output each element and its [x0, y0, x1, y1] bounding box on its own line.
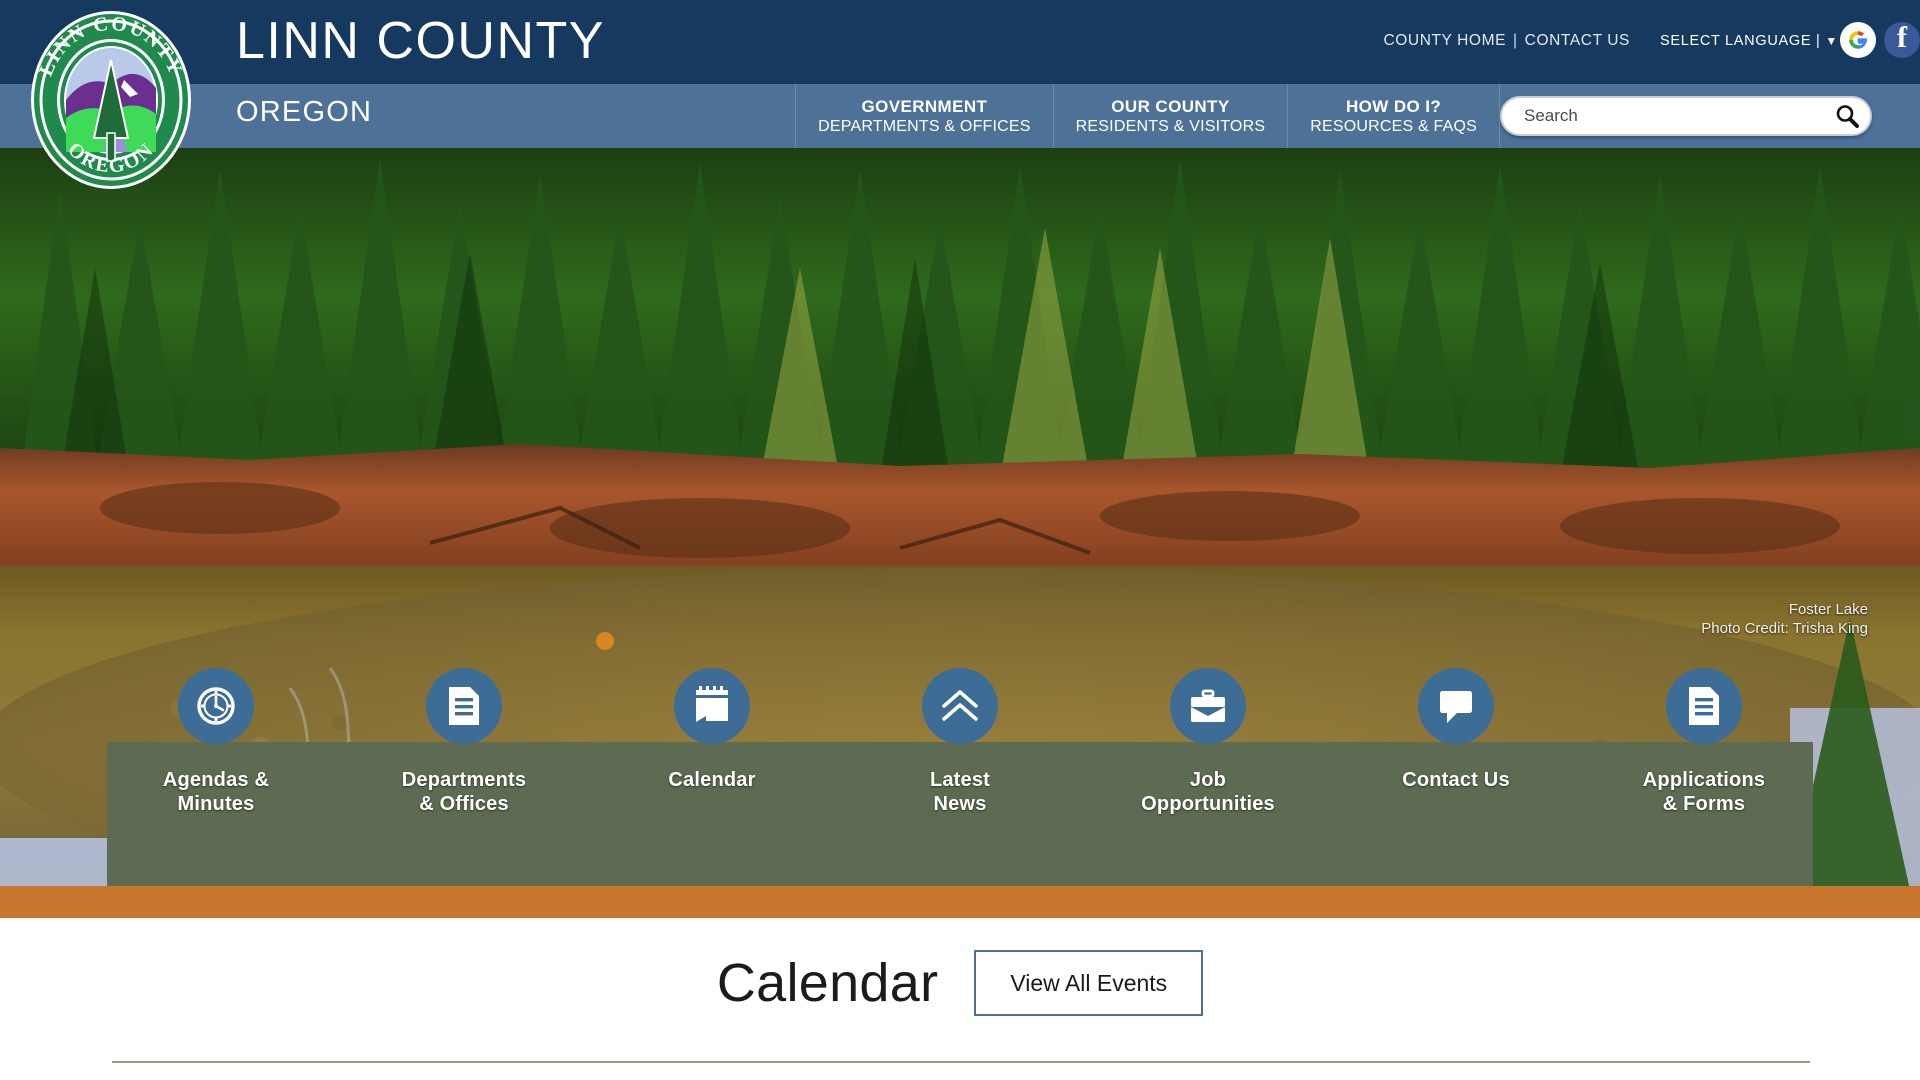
search-icon	[1836, 105, 1859, 128]
search-input[interactable]	[1502, 106, 1824, 126]
quick-links-list: Agendas & Minutes Departments & Offices	[0, 668, 1920, 898]
facebook-icon[interactable]: f	[1884, 22, 1920, 58]
quick-link-label: Agendas & Minutes	[162, 769, 270, 815]
calendar-divider	[112, 1061, 1810, 1063]
nav-item-our-county[interactable]: OUR COUNTY RESIDENTS & VISITORS	[1052, 84, 1288, 148]
site-title: LINN COUNTY	[236, 12, 605, 70]
orange-divider	[0, 886, 1920, 918]
quick-link-departments-offices[interactable]: Departments & Offices	[340, 668, 588, 898]
county-seal-logo[interactable]: LINN COUNTY OREGON	[28, 8, 194, 192]
quick-link-label: Applications & Forms	[1642, 769, 1766, 815]
google-icon[interactable]	[1840, 22, 1876, 58]
quick-link-label: Job Opportunities	[1141, 769, 1275, 815]
nav-item-title: GOVERNMENT	[861, 96, 988, 116]
double-chevron-up-icon	[922, 668, 998, 744]
quick-link-job-opportunities[interactable]: Job Opportunities	[1084, 668, 1332, 898]
utility-separator: |	[1513, 32, 1518, 49]
utility-links: COUNTY HOME | CONTACT US	[1383, 32, 1630, 50]
chevron-down-icon: ▼	[1825, 34, 1838, 48]
search-button[interactable]	[1824, 98, 1870, 134]
briefcase-icon	[1170, 668, 1246, 744]
speech-bubble-icon	[1418, 668, 1494, 744]
clock-icon	[178, 668, 254, 744]
quick-link-label: Calendar	[668, 769, 756, 791]
select-language-label: SELECT LANGUAGE |	[1659, 33, 1821, 49]
main-nav-bar: OREGON GOVERNMENT DEPARTMENTS & OFFICES …	[0, 84, 1920, 148]
nav-item-government[interactable]: GOVERNMENT DEPARTMENTS & OFFICES	[795, 84, 1053, 148]
calendar-header: Calendar View All Events	[0, 950, 1920, 1016]
calendar-title: Calendar	[716, 953, 939, 1013]
quick-link-label: Latest News	[929, 769, 991, 815]
document-icon	[426, 668, 502, 744]
nav-item-subtitle: RESOURCES & FAQS	[1310, 117, 1477, 135]
calendar-section: Calendar View All Events	[0, 918, 1920, 1080]
select-language-dropdown[interactable]: SELECT LANGUAGE | ▼	[1660, 33, 1838, 49]
photo-credit: Foster Lake Photo Credit: Trisha King	[1701, 600, 1868, 638]
quick-link-agendas-minutes[interactable]: Agendas & Minutes	[92, 668, 340, 898]
nav-items: GOVERNMENT DEPARTMENTS & OFFICES OUR COU…	[795, 84, 1500, 148]
nav-item-title: HOW DO I?	[1346, 96, 1442, 116]
calendar-icon	[674, 668, 750, 744]
county-home-link[interactable]: COUNTY HOME	[1383, 32, 1506, 49]
document-icon	[1666, 668, 1742, 744]
quick-link-label: Contact Us	[1402, 769, 1510, 791]
contact-us-link[interactable]: CONTACT US	[1525, 32, 1630, 49]
top-utility-bar: LINN COUNTY COUNTY HOME | CONTACT US SELEC…	[0, 0, 1920, 84]
photo-caption: Foster Lake	[1788, 601, 1868, 618]
nav-item-subtitle: DEPARTMENTS & OFFICES	[818, 117, 1031, 135]
quick-link-calendar[interactable]: Calendar	[588, 668, 836, 898]
photo-credit-line: Photo Credit: Trisha King	[1701, 620, 1868, 637]
quick-link-latest-news[interactable]: Latest News	[836, 668, 1084, 898]
nav-item-how-do-i[interactable]: HOW DO I? RESOURCES & FAQS	[1287, 84, 1500, 148]
page-root: Foster Lake Photo Credit: Trisha King Ag…	[0, 0, 1920, 1080]
social-links: f	[1840, 22, 1920, 58]
view-all-events-button[interactable]: View All Events	[974, 950, 1204, 1016]
site-subtitle: OREGON	[236, 96, 373, 128]
quick-link-contact-us[interactable]: Contact Us	[1332, 668, 1580, 898]
search-box[interactable]	[1500, 96, 1872, 136]
nav-item-title: OUR COUNTY	[1111, 96, 1230, 116]
quick-link-label: Departments & Offices	[401, 769, 527, 815]
quick-link-applications-forms[interactable]: Applications & Forms	[1580, 668, 1828, 898]
nav-item-subtitle: RESIDENTS & VISITORS	[1075, 117, 1266, 135]
